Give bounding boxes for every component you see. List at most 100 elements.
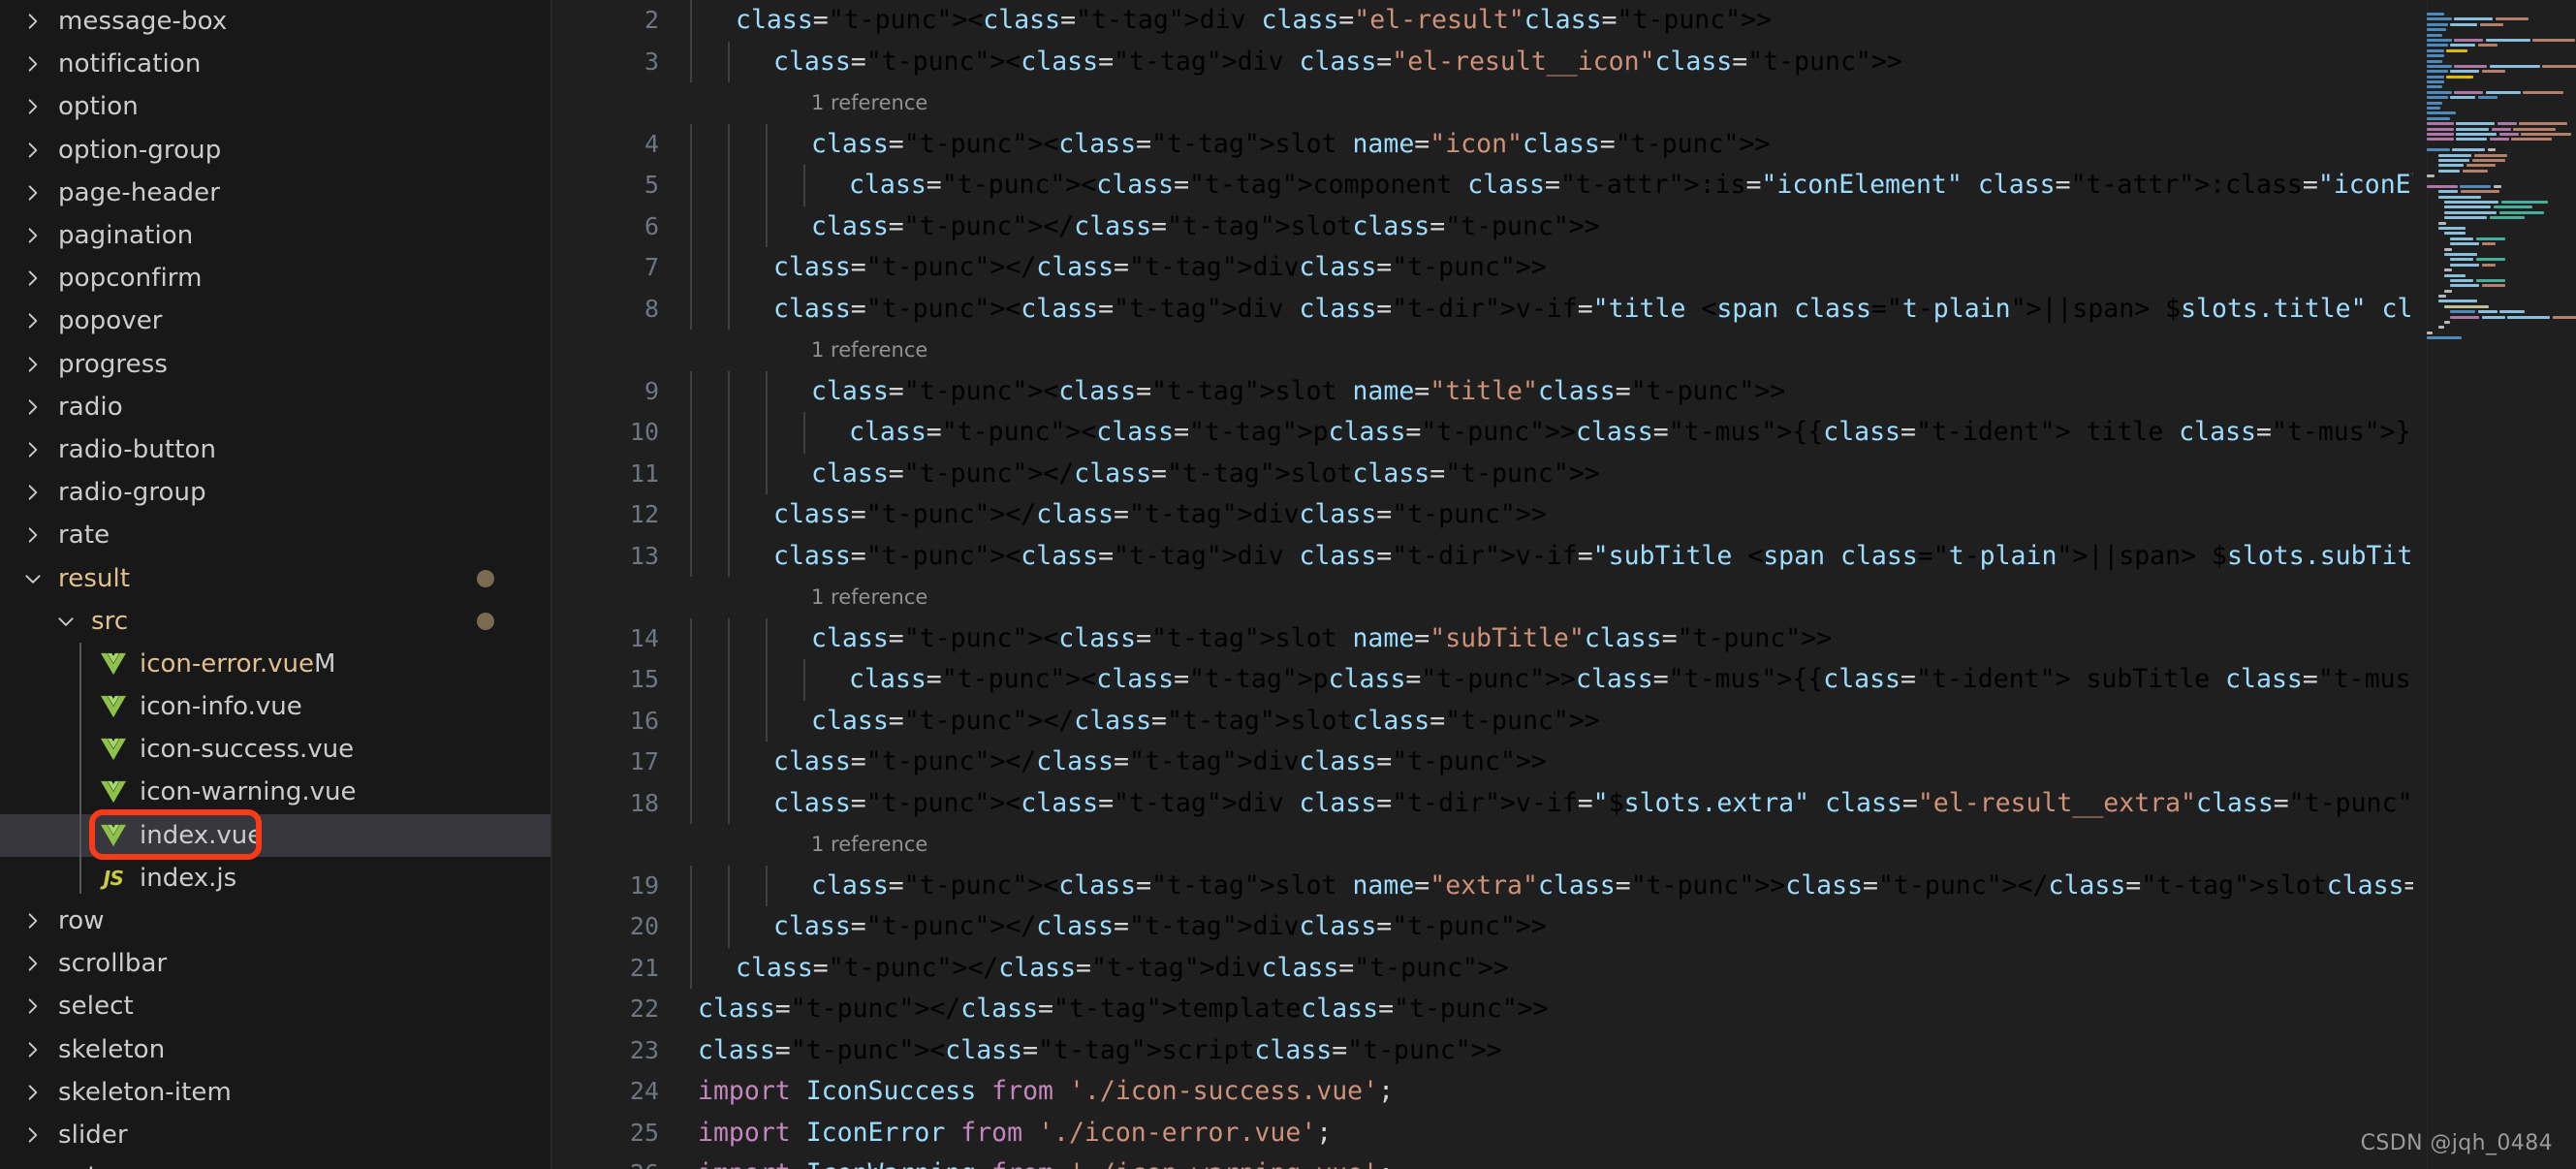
code-text[interactable]: class="t-punc"><class="t-tag">div class=…: [659, 288, 2576, 330]
tree-folder-radio-group[interactable]: radio-group: [0, 471, 552, 514]
chevron-right-icon[interactable]: [19, 953, 47, 974]
code-text[interactable]: import IconError from './icon-error.vue'…: [659, 1113, 2576, 1154]
code-editor[interactable]: 2 class="t-punc"><class="t-tag">div class…: [552, 0, 2576, 1169]
code-line[interactable]: 20 class="t-punc"></class="t-tag">divclas…: [552, 906, 2576, 948]
code-line[interactable]: 15 class="t-punc"><class="t-tag">pclass="…: [552, 659, 2576, 701]
code-line[interactable]: 8 class="t-punc"><class="t-tag">div class…: [552, 288, 2576, 330]
code-lines[interactable]: 2 class="t-punc"><class="t-tag">div class…: [552, 0, 2576, 1169]
code-line[interactable]: 16 class="t-punc"></class="t-tag">slotcla…: [552, 700, 2576, 742]
code-text[interactable]: class="t-punc"><class="t-tag">div class=…: [659, 0, 2576, 42]
tree-folder-option[interactable]: option: [0, 85, 552, 128]
tree-folder-row[interactable]: row: [0, 900, 552, 942]
code-line[interactable]: 12 class="t-punc"></class="t-tag">divclas…: [552, 494, 2576, 536]
tree-folder-pagination[interactable]: pagination: [0, 214, 552, 257]
code-minimap[interactable]: [2413, 0, 2576, 1169]
tree-folder-skeleton[interactable]: skeleton: [0, 1028, 552, 1071]
file-tree[interactable]: message-box notification option option-grou…: [0, 0, 552, 1169]
chevron-right-icon[interactable]: [19, 1082, 47, 1103]
code-line[interactable]: 21 class="t-punc"></class="t-tag">divclas…: [552, 947, 2576, 989]
code-text[interactable]: class="t-punc"></class="t-tag">divclass=…: [659, 247, 2576, 289]
code-text[interactable]: class="t-punc"></class="t-tag">slotclass…: [659, 453, 2576, 494]
code-line[interactable]: 2 class="t-punc"><class="t-tag">div class…: [552, 0, 2576, 42]
code-text[interactable]: class="t-punc"><class="t-tag">slot name=…: [659, 865, 2576, 906]
codelens-reference-link[interactable]: 1 reference: [659, 824, 927, 866]
tree-file-index.js[interactable]: JS index.js: [0, 857, 552, 900]
chevron-down-icon[interactable]: [19, 568, 47, 589]
tree-folder-src[interactable]: src: [0, 600, 552, 643]
chevron-right-icon[interactable]: [19, 96, 47, 117]
tree-file-icon-error.vue[interactable]: icon-error.vue M: [0, 643, 552, 685]
code-line[interactable]: 13 class="t-punc"><class="t-tag">div clas…: [552, 535, 2576, 577]
code-line[interactable]: 17 class="t-punc"></class="t-tag">divclas…: [552, 742, 2576, 783]
code-line[interactable]: 26import IconWarning from './icon-warnin…: [552, 1153, 2576, 1169]
code-text[interactable]: class="t-punc"><class="t-tag">slot name=…: [659, 370, 2576, 412]
tree-folder-spinner[interactable]: spinner: [0, 1156, 552, 1169]
tree-folder-popover[interactable]: popover: [0, 300, 552, 342]
tree-folder-popconfirm[interactable]: popconfirm: [0, 257, 552, 300]
code-text[interactable]: class="t-punc"></class="t-tag">divclass=…: [659, 947, 2576, 989]
chevron-right-icon[interactable]: [19, 140, 47, 161]
chevron-right-icon[interactable]: [19, 268, 47, 289]
code-text[interactable]: class="t-punc"><class="t-tag">slot name=…: [659, 123, 2576, 165]
chevron-right-icon[interactable]: [19, 354, 47, 375]
code-line[interactable]: 7 class="t-punc"></class="t-tag">divclass…: [552, 247, 2576, 289]
code-text[interactable]: class="t-punc"></class="t-tag">slotclass…: [659, 700, 2576, 742]
tree-folder-result[interactable]: result: [0, 556, 552, 599]
chevron-right-icon[interactable]: [19, 1039, 47, 1060]
code-line[interactable]: 25 import IconError from './icon-error.vu…: [552, 1113, 2576, 1154]
tree-folder-progress[interactable]: progress: [0, 343, 552, 386]
code-line[interactable]: 10 class="t-punc"><class="t-tag">pclass="…: [552, 412, 2576, 454]
chevron-right-icon[interactable]: [19, 310, 47, 332]
tree-folder-option-group[interactable]: option-group: [0, 129, 552, 172]
codelens-row[interactable]: 1 reference: [552, 330, 2576, 371]
chevron-right-icon[interactable]: [19, 482, 47, 503]
tree-folder-scrollbar[interactable]: scrollbar: [0, 942, 552, 985]
tree-folder-message-box[interactable]: message-box: [0, 0, 552, 43]
codelens-row[interactable]: 1 reference: [552, 577, 2576, 618]
chevron-right-icon[interactable]: [19, 995, 47, 1017]
tree-folder-radio[interactable]: radio: [0, 386, 552, 428]
code-line[interactable]: 14 class="t-punc"><class="t-tag">slot nam…: [552, 617, 2576, 659]
chevron-right-icon[interactable]: [19, 439, 47, 460]
code-text[interactable]: class="t-punc"><class="t-tag">pclass="t-…: [659, 412, 2576, 454]
tree-file-icon-info.vue[interactable]: icon-info.vue: [0, 685, 552, 728]
code-line[interactable]: 9 class="t-punc"><class="t-tag">slot name…: [552, 370, 2576, 412]
codelens-row[interactable]: 1 reference: [552, 82, 2576, 124]
code-text[interactable]: class="t-punc"></class="t-tag">divclass=…: [659, 494, 2576, 536]
code-line[interactable]: 24 import IconSuccess from './icon-succes…: [552, 1071, 2576, 1113]
code-text[interactable]: import IconSuccess from './icon-success.…: [659, 1071, 2576, 1113]
tree-folder-rate[interactable]: rate: [0, 514, 552, 556]
chevron-right-icon[interactable]: [19, 910, 47, 932]
chevron-right-icon[interactable]: [19, 11, 47, 32]
tree-folder-page-header[interactable]: page-header: [0, 172, 552, 214]
chevron-down-icon[interactable]: [52, 611, 79, 632]
code-text[interactable]: class="t-punc"><class="t-tag">div class=…: [659, 41, 2576, 82]
code-line[interactable]: 5 class="t-punc"><class="t-tag">component…: [552, 165, 2576, 206]
codelens-reference-link[interactable]: 1 reference: [659, 82, 927, 124]
code-line[interactable]: 4 class="t-punc"><class="t-tag">slot name…: [552, 123, 2576, 165]
code-text[interactable]: class="t-punc"><class="t-tag">pclass="t-…: [659, 659, 2576, 701]
tree-folder-notification[interactable]: notification: [0, 43, 552, 85]
chevron-right-icon[interactable]: [19, 182, 47, 204]
code-line[interactable]: 22 class="t-punc"></class="t-tag">templat…: [552, 989, 2576, 1030]
code-text[interactable]: class="t-punc"><class="t-tag">slot name=…: [659, 617, 2576, 659]
chevron-right-icon[interactable]: [19, 524, 47, 546]
codelens-reference-link[interactable]: 1 reference: [659, 330, 927, 371]
code-text[interactable]: class="t-punc"><class="t-tag">div class=…: [659, 782, 2576, 824]
code-text[interactable]: class="t-punc"><class="t-tag">div class=…: [659, 535, 2576, 577]
chevron-right-icon[interactable]: [19, 1124, 47, 1146]
code-text[interactable]: class="t-punc"><class="t-tag">component …: [659, 165, 2576, 206]
code-line[interactable]: 23 class="t-punc"><class="t-tag">scriptcl…: [552, 1030, 2576, 1072]
codelens-row[interactable]: 1 reference: [552, 824, 2576, 866]
code-line[interactable]: 6 class="t-punc"></class="t-tag">slotclas…: [552, 205, 2576, 247]
tree-file-icon-warning.vue[interactable]: icon-warning.vue: [0, 771, 552, 813]
code-line[interactable]: 19 class="t-punc"><class="t-tag">slot nam…: [552, 865, 2576, 906]
code-line[interactable]: 11 class="t-punc"></class="t-tag">slotcla…: [552, 453, 2576, 494]
tree-folder-select[interactable]: select: [0, 985, 552, 1027]
tree-folder-radio-button[interactable]: radio-button: [0, 428, 552, 471]
code-text[interactable]: class="t-punc"><class="t-tag">scriptclas…: [659, 1030, 2576, 1072]
tree-file-icon-success.vue[interactable]: icon-success.vue: [0, 728, 552, 771]
tree-folder-slider[interactable]: slider: [0, 1114, 552, 1156]
code-text[interactable]: class="t-punc"></class="t-tag">slotclass…: [659, 205, 2576, 247]
codelens-reference-link[interactable]: 1 reference: [659, 577, 927, 618]
